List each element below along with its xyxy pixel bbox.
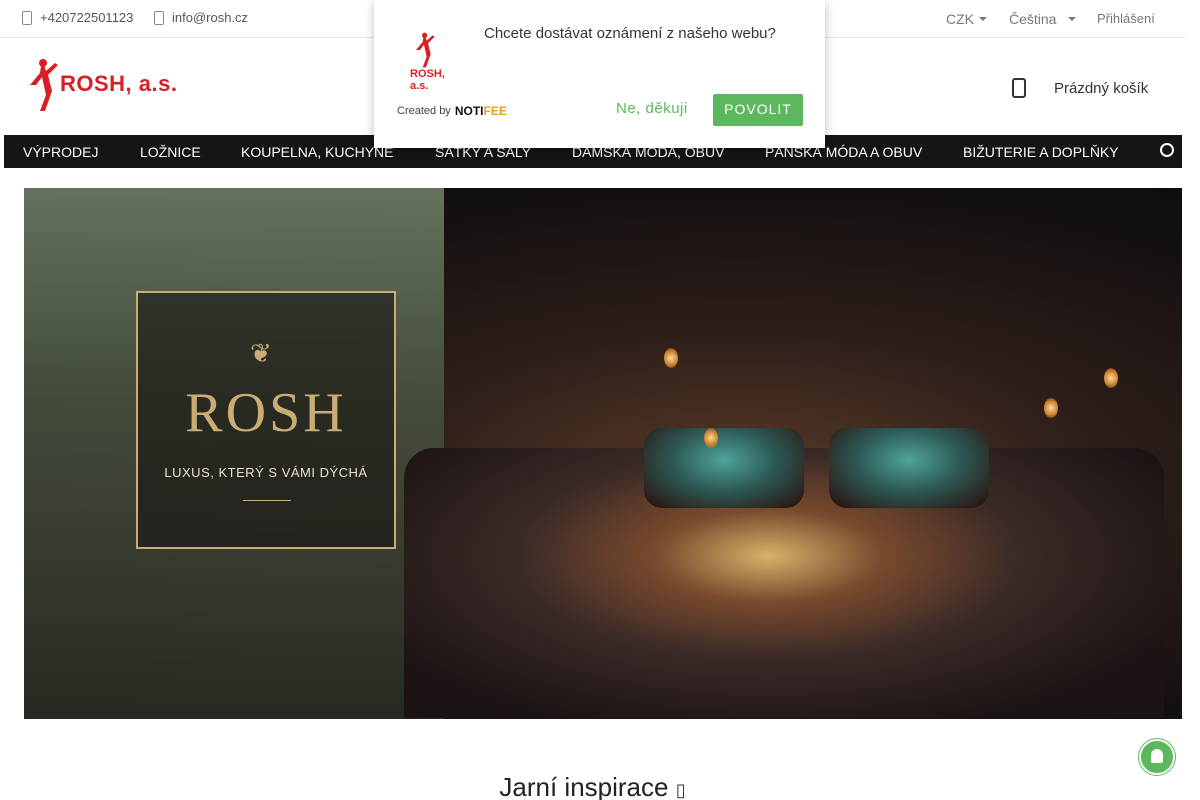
dancer-logo-icon <box>30 59 58 111</box>
currency-label: CZK <box>946 11 974 27</box>
allow-button[interactable]: POVOLIT <box>713 94 803 126</box>
hero-pillow <box>644 428 804 508</box>
notifee-logo-b: FEE <box>483 104 507 118</box>
deny-button[interactable]: Ne, děkuji <box>616 100 688 117</box>
lamp-icon <box>664 348 678 368</box>
nav-item-koupelna[interactable]: KOUPELNA, KUCHYNĚ <box>241 144 393 160</box>
flower-icon: ▯ <box>675 780 686 800</box>
section-title: Jarní inspirace ▯ <box>0 772 1185 800</box>
nav-item-loznice[interactable]: LOŽNICE <box>140 144 201 160</box>
notifee-logo-a: NOTI <box>454 104 484 118</box>
notifee-logo: NOTIFEE <box>455 104 507 118</box>
cart-label: Prázdný košík <box>1054 79 1149 97</box>
hero-brand: ROSH <box>185 382 347 444</box>
created-by-label: Created by <box>397 105 451 117</box>
mail-icon <box>154 10 164 25</box>
cart-link[interactable]: Prázdný košík <box>1012 78 1148 98</box>
search-icon[interactable] <box>1160 143 1174 157</box>
dancer-logo-icon <box>416 32 435 68</box>
hero-pillow <box>829 428 989 508</box>
email-link[interactable]: info@rosh.cz <box>154 10 248 25</box>
site-logo[interactable]: ROSH, a.s. <box>22 55 182 115</box>
phone-link[interactable]: +420722501123 <box>22 10 133 25</box>
bell-icon <box>1151 749 1163 763</box>
logo-text: ROSH, a.s. <box>60 71 178 96</box>
language-dropdown[interactable]: Čeština <box>1009 11 1077 27</box>
lamp-icon <box>704 428 718 448</box>
section-title-text: Jarní inspirace <box>499 772 669 800</box>
popup-credit[interactable]: Created by NOTIFEE <box>397 104 507 118</box>
divider <box>243 500 291 501</box>
olive-branch-icon: ❦ <box>250 338 272 368</box>
chevron-down-icon <box>1068 17 1077 21</box>
hero-tagline: LUXUS, KTERÝ S VÁMI DÝCHÁ <box>164 465 368 480</box>
lamp-icon <box>1104 368 1118 388</box>
hero-brand-box: ❦ ROSH LUXUS, KTERÝ S VÁMI DÝCHÁ <box>136 291 396 549</box>
phone-icon <box>22 10 32 25</box>
notification-permission-popup: ROSH, a.s. Chcete dostávat oznámení z na… <box>374 0 825 148</box>
lamp-icon <box>1044 398 1058 418</box>
popup-message: Chcete dostávat oznámení z našeho webu? <box>484 25 776 42</box>
nav-item-vyprodej[interactable]: VÝPRODEJ <box>23 144 98 160</box>
hero-banner[interactable]: ❦ ROSH LUXUS, KTERÝ S VÁMI DÝCHÁ <box>24 188 1182 719</box>
popup-logo: ROSH, a.s. <box>404 30 464 92</box>
language-label: Čeština <box>1009 11 1057 27</box>
phone-number: +420722501123 <box>40 10 134 25</box>
currency-dropdown[interactable]: CZK <box>946 11 987 27</box>
nav-item-bizuterie[interactable]: BIŽUTERIE A DOPLŇKY <box>963 144 1119 160</box>
popup-logo-text: ROSH, a.s. <box>410 68 445 92</box>
cart-icon <box>1012 78 1026 98</box>
chevron-down-icon <box>979 17 987 21</box>
notification-bell-button[interactable] <box>1139 739 1175 775</box>
login-link[interactable]: Přihlášení <box>1097 11 1155 26</box>
email-address: info@rosh.cz <box>172 10 249 25</box>
